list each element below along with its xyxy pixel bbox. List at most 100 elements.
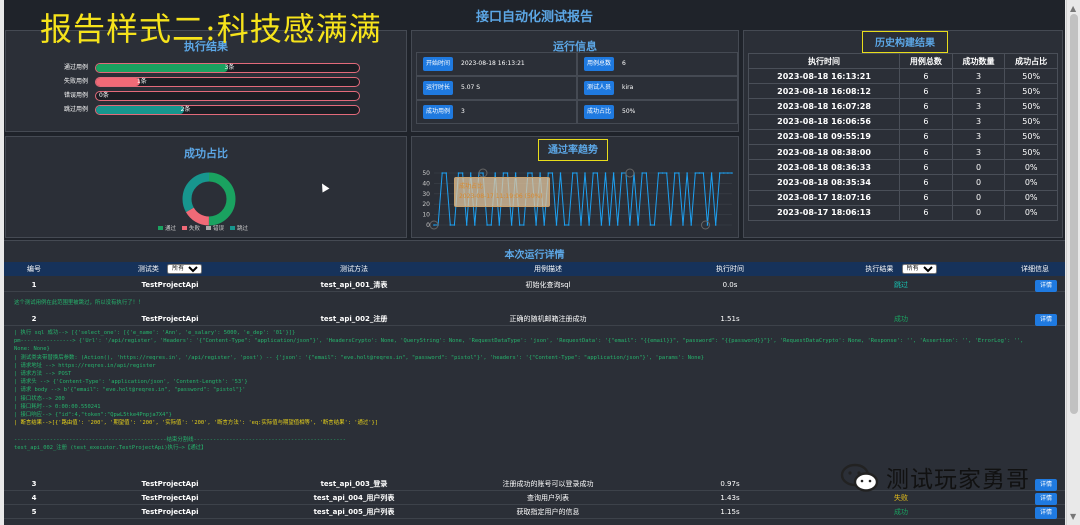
trend-point[interactable] — [502, 172, 505, 174]
trend-point[interactable] — [665, 172, 668, 174]
trend-point[interactable] — [465, 224, 468, 226]
trend-point[interactable] — [698, 172, 701, 174]
history-cell: 2023-08-18 08:35:34 — [747, 174, 901, 191]
trend-point[interactable] — [641, 172, 643, 174]
trend-point[interactable] — [612, 172, 615, 174]
trend-point[interactable] — [433, 224, 435, 226]
trend-point[interactable] — [576, 172, 578, 174]
trend-point[interactable] — [469, 172, 472, 174]
scrollbar-thumb[interactable] — [1070, 14, 1078, 414]
trend-point[interactable] — [486, 224, 488, 226]
trend-point[interactable] — [621, 172, 623, 174]
trend-point[interactable] — [543, 224, 545, 226]
col-result: 执行结果 所有 — [796, 262, 1006, 276]
trend-point[interactable] — [682, 224, 684, 226]
trend-point[interactable] — [527, 172, 529, 174]
history-cell: 0 — [951, 159, 1006, 176]
log-line: pm----------------> {'Url': '/api/regist… — [14, 338, 1024, 345]
trend-point[interactable] — [453, 224, 456, 226]
history-header: 成功数量 — [951, 53, 1006, 69]
trend-point[interactable] — [441, 172, 443, 174]
trend-point[interactable] — [714, 224, 717, 226]
log-line: | 执行 sql 成功--> [{'select_one': [{'e_name… — [14, 330, 296, 336]
trend-point[interactable] — [449, 224, 452, 226]
trend-point[interactable] — [645, 172, 648, 174]
trend-point[interactable] — [514, 172, 517, 174]
trend-point[interactable] — [596, 172, 599, 174]
trend-point[interactable] — [567, 224, 570, 226]
trend-point[interactable] — [531, 172, 533, 174]
trend-point[interactable] — [584, 172, 586, 174]
exec-bar-value: 0条 — [99, 92, 109, 99]
trend-point[interactable] — [706, 224, 709, 226]
trend-point[interactable] — [555, 224, 558, 226]
detail-cell-desc: 初始化查询sql — [525, 281, 571, 289]
trend-point[interactable] — [461, 172, 464, 174]
trend-point[interactable] — [702, 172, 705, 174]
vertical-scrollbar[interactable]: ▲ ▼ — [1066, 0, 1080, 525]
history-cell: 50% — [1004, 143, 1058, 161]
trend-point[interactable] — [547, 172, 550, 174]
trend-tooltip-value: 2023-08-17 11:19:06 (50%) — [459, 193, 543, 200]
trend-point[interactable] — [723, 172, 725, 174]
trend-point[interactable] — [661, 172, 664, 174]
trend-point[interactable] — [727, 172, 729, 174]
scroll-up-icon[interactable]: ▲ — [1070, 4, 1076, 13]
history-header: 成功占比 — [1004, 53, 1058, 69]
detail-button[interactable]: 详情 — [1035, 314, 1057, 326]
scroll-down-icon[interactable]: ▼ — [1070, 512, 1076, 521]
trend-point[interactable] — [731, 172, 733, 174]
detail-button[interactable]: 详情 — [1035, 507, 1057, 519]
result-filter-select[interactable]: 所有 — [901, 264, 937, 274]
legend-item[interactable]: 跳过 — [230, 226, 248, 232]
wechat-logo-icon — [840, 463, 879, 492]
trend-point[interactable] — [474, 224, 476, 226]
trend-point[interactable] — [588, 224, 590, 226]
trend-point[interactable] — [600, 224, 603, 226]
class-filter-select[interactable]: 所有 — [167, 264, 203, 274]
trend-point[interactable] — [674, 172, 676, 174]
col-class: 测试类 所有 — [64, 262, 276, 276]
legend-item[interactable]: 错误 — [206, 226, 224, 232]
legend-item[interactable]: 失败 — [182, 226, 200, 232]
trend-point[interactable] — [719, 172, 721, 174]
trend-point[interactable] — [539, 172, 541, 174]
trend-point[interactable] — [678, 172, 680, 174]
trend-point[interactable] — [563, 224, 566, 226]
success-ratio-donut — [182, 172, 236, 226]
trend-point[interactable] — [551, 172, 554, 174]
trend-point[interactable] — [629, 224, 631, 226]
trend-point[interactable] — [490, 224, 492, 226]
trend-point[interactable] — [637, 224, 639, 226]
trend-point[interactable] — [657, 172, 660, 174]
trend-point[interactable] — [559, 172, 562, 174]
trend-point[interactable] — [457, 172, 460, 174]
trend-point[interactable] — [494, 172, 496, 174]
trend-point[interactable] — [572, 172, 574, 174]
trend-point[interactable] — [710, 172, 713, 174]
detail-button[interactable]: 详情 — [1035, 280, 1057, 292]
log-line: | 测试类夹带替换后参数: (Action(), 'https://reqres… — [14, 354, 705, 361]
trend-point[interactable] — [653, 224, 656, 226]
trend-point[interactable] — [535, 224, 537, 226]
trend-point[interactable] — [506, 172, 509, 174]
trend-point[interactable] — [690, 224, 692, 226]
trend-point[interactable] — [518, 224, 521, 226]
exec-bar-track: 0条 — [95, 91, 360, 101]
trend-point[interactable] — [523, 224, 525, 226]
trend-point[interactable] — [498, 224, 501, 226]
trend-point[interactable] — [445, 172, 447, 174]
trend-point[interactable] — [608, 224, 611, 226]
trend-point[interactable] — [604, 172, 607, 174]
trend-point[interactable] — [616, 224, 619, 226]
trend-point[interactable] — [694, 172, 697, 174]
history-table: 执行时间 用例总数 成功数量 成功占比 2023-08-18 16:13:21 6 3 50… — [747, 53, 1058, 221]
trend-point[interactable] — [649, 224, 652, 226]
trend-point[interactable] — [592, 172, 594, 174]
trend-point[interactable] — [670, 224, 672, 226]
trend-point[interactable] — [510, 224, 513, 226]
trend-point[interactable] — [580, 224, 582, 226]
trend-point[interactable] — [482, 172, 484, 174]
legend-item[interactable]: 通过 — [158, 226, 176, 232]
trend-point[interactable] — [686, 172, 688, 174]
